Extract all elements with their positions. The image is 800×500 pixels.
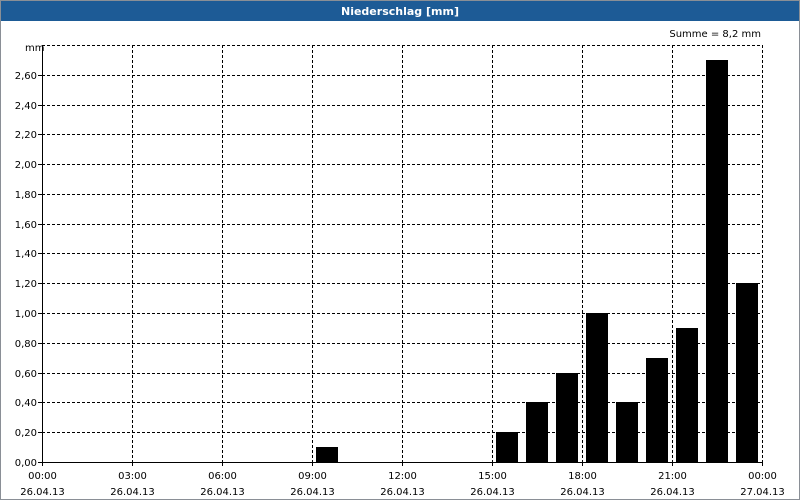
x-tick-date: 26.04.13 (560, 487, 605, 498)
x-tick-date: 26.04.13 (110, 487, 155, 498)
bar-2200 (706, 60, 728, 462)
y-tick-label: 1,20 (15, 279, 37, 290)
x-tick-time: 00:00 (748, 471, 777, 482)
bar-1800 (586, 313, 608, 462)
x-tick-date: 26.04.13 (470, 487, 515, 498)
bar-2100 (676, 328, 698, 462)
x-tick-time: 06:00 (208, 471, 237, 482)
y-unit-label: mm (25, 43, 44, 54)
y-tick-label: 0,60 (15, 369, 37, 380)
chart-window: mm Summe = 8,2 mm 0,00 0,20 0,40 0,60 0,80 1,… (0, 0, 800, 500)
y-tick-label: 2,20 (15, 130, 37, 141)
y-tick-label: 2,40 (15, 101, 37, 112)
x-tick-time: 21:00 (658, 471, 687, 482)
bar-2000 (646, 358, 668, 462)
y-tick-labels: 0,00 0,20 0,40 0,60 0,80 1,00 1,20 1,40 1,60 1,80… (15, 71, 37, 469)
bar-1900 (616, 402, 638, 462)
x-tick-time: 18:00 (568, 471, 597, 482)
x-tick-time: 15:00 (478, 471, 507, 482)
y-tick-label: 2,60 (15, 71, 37, 82)
y-tick-label: 1,40 (15, 249, 37, 260)
precipitation-chart: mm Summe = 8,2 mm 0,00 0,20 0,40 0,60 0,80 1,… (15, 29, 785, 498)
x-tick-date: 26.04.13 (200, 487, 245, 498)
bar-1500 (496, 432, 518, 462)
x-tick-date: 27.04.13 (740, 487, 785, 498)
x-tick-time: 09:00 (298, 471, 327, 482)
x-tick-date: 26.04.13 (380, 487, 425, 498)
y-tick-label: 0,20 (15, 428, 37, 439)
bar-layer (316, 60, 758, 462)
bar-1700 (556, 373, 578, 462)
window-title: Niederschlag [mm] (1, 1, 799, 21)
x-tick-time: 00:00 (28, 471, 57, 482)
y-tick-label: 1,60 (15, 220, 37, 231)
x-tick-date: 26.04.13 (650, 487, 695, 498)
bar-2300 (736, 283, 758, 462)
y-tick-label: 0,00 (15, 458, 37, 469)
y-tick-label: 2,00 (15, 160, 37, 171)
bar-0900 (316, 447, 338, 462)
sum-annotation: Summe = 8,2 mm (669, 29, 761, 40)
y-tick-label: 0,40 (15, 398, 37, 409)
bar-1600 (526, 402, 548, 462)
y-tick-label: 0,80 (15, 339, 37, 350)
x-tick-labels: 00:00 26.04.13 03:00 26.04.13 06:00 26.04.13 0… (20, 471, 785, 498)
y-tick-label: 1,80 (15, 190, 37, 201)
x-tick-time: 03:00 (118, 471, 147, 482)
x-tick-time: 12:00 (388, 471, 417, 482)
y-tick-label: 1,00 (15, 309, 37, 320)
x-tick-date: 26.04.13 (20, 487, 65, 498)
x-tick-date: 26.04.13 (290, 487, 335, 498)
